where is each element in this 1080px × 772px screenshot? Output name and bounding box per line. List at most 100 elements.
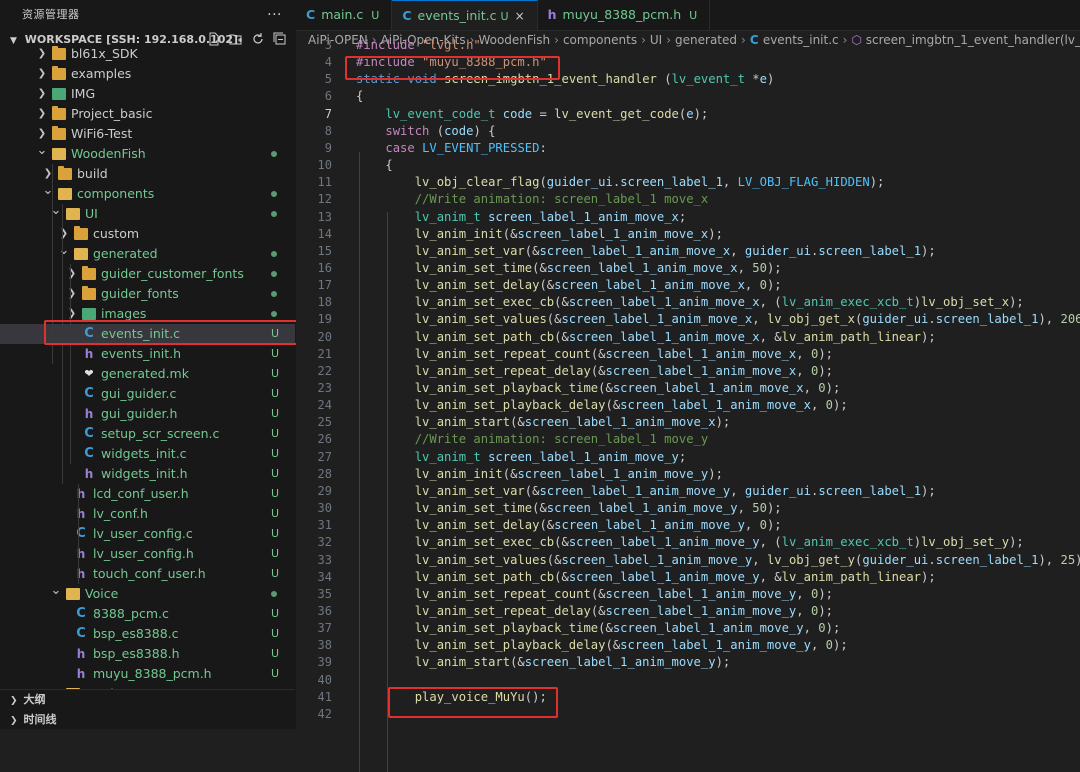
code-line[interactable]: 33 lv_anim_set_values(&screen_label_1_an… [296, 552, 1080, 569]
code-line[interactable]: 30 lv_anim_set_time(&screen_label_1_anim… [296, 500, 1080, 517]
close-icon[interactable]: × [515, 9, 525, 23]
code-line[interactable]: 39 lv_anim_start(&screen_label_1_anim_mo… [296, 654, 1080, 671]
tree-item[interactable]: ❯ WiFi6-Test [0, 124, 295, 144]
line-number: 42 [317, 706, 332, 721]
tree-item[interactable]: Cbsp_es8388.c U [0, 624, 295, 644]
code-line[interactable]: 7 lv_event_code_t code = lv_event_get_co… [296, 106, 1080, 123]
code-line[interactable]: 34 lv_anim_set_path_cb(&screen_label_1_a… [296, 569, 1080, 586]
tree-item[interactable]: Cgui_guider.c U [0, 384, 295, 404]
code-line[interactable]: 24 lv_anim_set_playback_delay(&screen_la… [296, 397, 1080, 414]
tree-item[interactable]: h bsp_es8388.h U [0, 644, 295, 664]
tree-item[interactable]: Clv_user_config.c U [0, 524, 295, 544]
tab-bar: Cmain.c U Cevents_init.c U × h muyu_8388_pcm.h… [296, 0, 1080, 31]
code-line[interactable]: 8 switch (code) { [296, 123, 1080, 140]
tree-item[interactable]: ❯ IMG [0, 84, 295, 104]
tree-item[interactable]: ❤ generated.mk U [0, 364, 295, 384]
code-line[interactable]: 13 lv_anim_t screen_label_1_anim_move_x; [296, 209, 1080, 226]
tree-item-label: lv_user_config.c [93, 526, 193, 541]
tree-item[interactable]: Cwidgets_init.c U [0, 444, 295, 464]
outline-panel[interactable]: ❯ 大纲 [0, 690, 295, 710]
tree-item[interactable]: ⌄ UI [0, 204, 295, 224]
tree-item-label: gui_guider.c [101, 386, 177, 401]
tree-item-label: muyu_8388_pcm.h [93, 666, 212, 681]
code-line[interactable]: 27 lv_anim_t screen_label_1_anim_move_y; [296, 449, 1080, 466]
modified-dot-icon [271, 291, 277, 297]
tree-item[interactable]: ❯ guider_fonts [0, 284, 295, 304]
more-actions-icon[interactable]: ··· [267, 0, 282, 30]
tree-item[interactable]: h lcd_conf_user.h U [0, 484, 295, 504]
code-line[interactable]: 17 lv_anim_set_delay(&screen_label_1_ani… [296, 277, 1080, 294]
tree-item-label: bl61x_SDK [71, 46, 138, 61]
code-line[interactable]: 19 lv_anim_set_values(&screen_label_1_an… [296, 311, 1080, 328]
tree-item[interactable]: h lv_conf.h U [0, 504, 295, 524]
code-line[interactable]: 10 { [296, 157, 1080, 174]
timeline-panel[interactable]: ❯ 时间线 [0, 710, 295, 729]
code-line[interactable]: 21 lv_anim_set_repeat_count(&screen_labe… [296, 346, 1080, 363]
c-file-icon: C [84, 426, 94, 441]
code-text: { [356, 89, 364, 104]
editor-tab[interactable]: h muyu_8388_pcm.h U [538, 0, 711, 30]
code-line[interactable]: 40 [296, 672, 1080, 689]
tree-item[interactable]: ❯ Project_basic [0, 104, 295, 124]
tree-item-label: bsp_es8388.h [93, 646, 180, 661]
code-text: lv_anim_set_playback_delay(&screen_label… [414, 398, 848, 413]
tab-label: events_init.c [417, 8, 497, 23]
tree-item[interactable]: ❯ custom [0, 224, 295, 244]
code-line[interactable]: 36 lv_anim_set_repeat_delay(&screen_labe… [296, 603, 1080, 620]
tree-item[interactable]: ⌄ WoodenFish [0, 144, 295, 164]
tree-item[interactable]: ⌄ Voice [0, 584, 295, 604]
tree-item[interactable]: h gui_guider.h U [0, 404, 295, 424]
makefile-icon: ❤ [84, 367, 94, 380]
code-line[interactable]: 11 lv_obj_clear_flag(guider_ui.screen_la… [296, 174, 1080, 191]
code-line[interactable]: 15 lv_anim_set_var(&screen_label_1_anim_… [296, 243, 1080, 260]
code-line[interactable]: 26 //Write animation: screen_label_1 mov… [296, 431, 1080, 448]
tree-item[interactable]: Csetup_scr_screen.c U [0, 424, 295, 444]
code-line[interactable]: 6{ [296, 88, 1080, 105]
code-line[interactable]: 18 lv_anim_set_exec_cb(&screen_label_1_a… [296, 294, 1080, 311]
code-line[interactable]: 9 case LV_EVENT_PRESSED: [296, 140, 1080, 157]
image-folder-icon [52, 88, 66, 100]
code-line[interactable]: 25 lv_anim_start(&screen_label_1_anim_mo… [296, 414, 1080, 431]
editor-tab[interactable]: Cevents_init.c U × [392, 0, 538, 30]
tree-item[interactable]: h touch_conf_user.h U [0, 564, 295, 584]
code-line[interactable]: 38 lv_anim_set_playback_delay(&screen_la… [296, 637, 1080, 654]
code-line[interactable]: 31 lv_anim_set_delay(&screen_label_1_ani… [296, 517, 1080, 534]
code-line[interactable]: 3 #include "lvgl.h" [296, 37, 1080, 54]
tree-item[interactable]: h muyu_8388_pcm.h U [0, 664, 295, 684]
tree-item[interactable]: ❯ bl61x_SDK [0, 44, 295, 64]
tree-item[interactable]: ⌄ components [0, 184, 295, 204]
code-line[interactable]: 28 lv_anim_init(&screen_label_1_anim_mov… [296, 466, 1080, 483]
code-line[interactable]: 35 lv_anim_set_repeat_count(&screen_labe… [296, 586, 1080, 603]
tree-item[interactable]: h lv_user_config.h U [0, 544, 295, 564]
code-text: lv_anim_set_repeat_count(&screen_label_1… [414, 346, 833, 361]
tree-item[interactable]: C 8388_pcm.c U [0, 604, 295, 624]
code-text: case LV_EVENT_PRESSED: [385, 140, 547, 155]
code-line[interactable]: 32 lv_anim_set_exec_cb(&screen_label_1_a… [296, 534, 1080, 551]
header-file-icon: h [84, 347, 94, 361]
code-line[interactable]: 20 lv_anim_set_path_cb(&screen_label_1_a… [296, 329, 1080, 346]
code-line[interactable]: 12 //Write animation: screen_label_1 mov… [296, 191, 1080, 208]
tree-item[interactable]: h widgets_init.h U [0, 464, 295, 484]
tree-item[interactable]: ⌄ generated [0, 244, 295, 264]
line-number: 5 [324, 72, 332, 87]
code-line[interactable]: 23 lv_anim_set_playback_time(&screen_lab… [296, 380, 1080, 397]
code-line[interactable]: 37 lv_anim_set_playback_time(&screen_lab… [296, 620, 1080, 637]
code-line[interactable]: 14 lv_anim_init(&screen_label_1_anim_mov… [296, 226, 1080, 243]
folder-open-icon [74, 248, 88, 260]
tree-item[interactable]: h events_init.h U [0, 344, 295, 364]
untracked-badge: U [270, 467, 279, 480]
line-number: 31 [317, 518, 332, 533]
tree-item[interactable]: ❯ build [0, 164, 295, 184]
code-line[interactable]: 22 lv_anim_set_repeat_delay(&screen_labe… [296, 363, 1080, 380]
tree-item-label: custom [93, 226, 140, 241]
code-editor[interactable]: 3 #include "lvgl.h" 4 #include "muyu_8388_p… [296, 38, 1080, 772]
folder-icon [82, 286, 96, 300]
line-number: 35 [317, 586, 332, 601]
tree-item[interactable]: ❯ examples [0, 64, 295, 84]
code-text: { [356, 158, 393, 173]
code-line[interactable]: 16 lv_anim_set_time(&screen_label_1_anim… [296, 260, 1080, 277]
tree-item[interactable]: ❯ guider_customer_fonts [0, 264, 295, 284]
line-number: 40 [317, 672, 332, 687]
code-line[interactable]: 29 lv_anim_set_var(&screen_label_1_anim_… [296, 483, 1080, 500]
editor-tab[interactable]: Cmain.c U [296, 0, 393, 30]
